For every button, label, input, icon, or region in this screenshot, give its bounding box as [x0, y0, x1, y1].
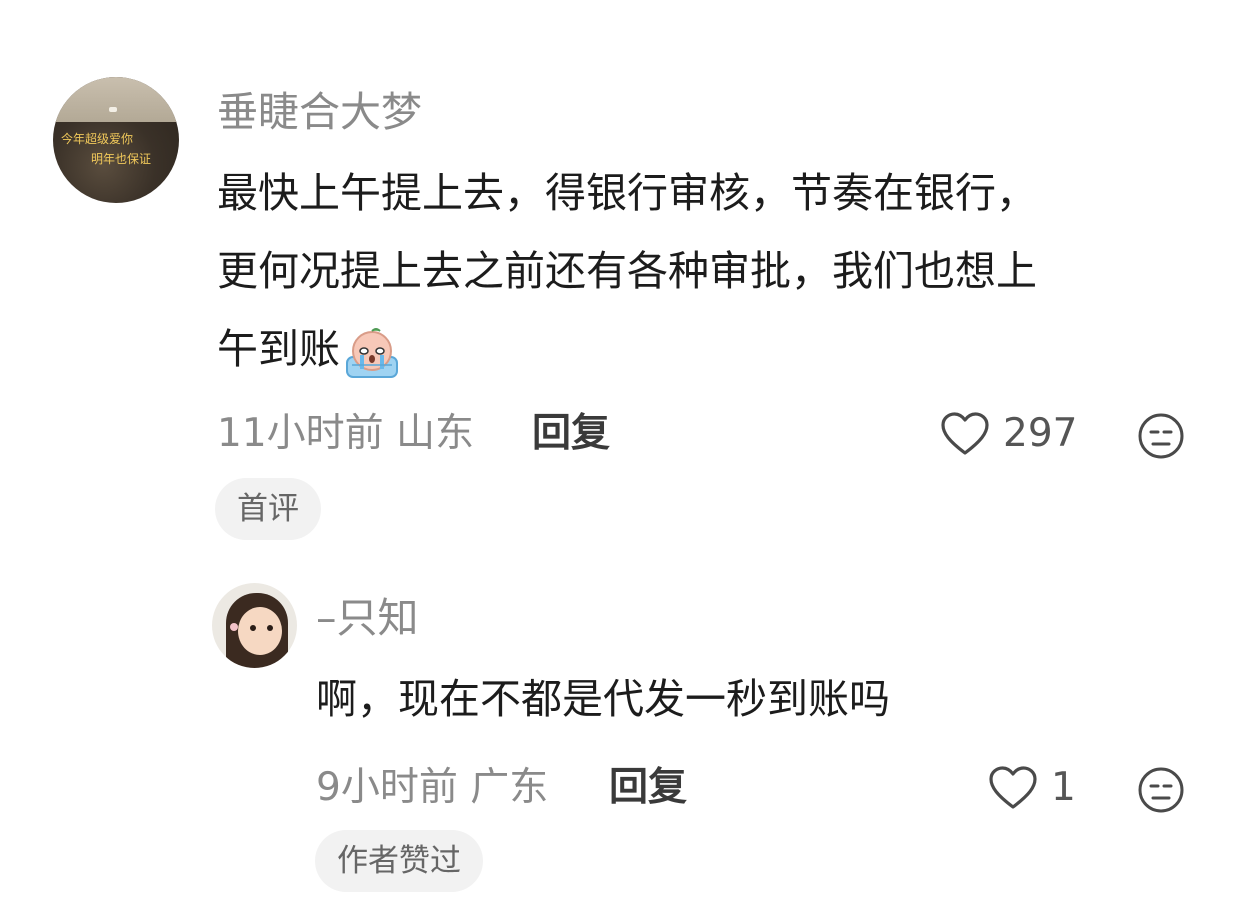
reply-button[interactable]: 回复: [609, 762, 687, 814]
reply-button[interactable]: 回复: [532, 408, 610, 460]
avatar-sign-text: 今年超级爱你 明年也保证: [57, 129, 175, 177]
username[interactable]: –只知: [316, 590, 419, 646]
comment-line: 更何况提上去之前还有各种审批，我们也想上: [217, 247, 1037, 295]
avatar-hair-bow: [230, 623, 238, 631]
avatar-ceiling: [53, 77, 179, 122]
comment-line: 最快上午提上去，得银行审核，节奏在银行，: [217, 169, 1037, 217]
crying-face-emoji: [344, 326, 400, 378]
like-count: 297: [1003, 411, 1078, 456]
meh-face-icon[interactable]: [1137, 766, 1185, 814]
avatar-sign-line-2: 明年也保证: [91, 152, 152, 166]
timestamp: 11小时前: [217, 411, 384, 456]
meh-face-icon[interactable]: [1137, 412, 1185, 460]
avatar[interactable]: [212, 583, 297, 668]
comment-line-text: 午到账: [217, 325, 340, 373]
avatar-sign-line-1: 今年超级爱你: [61, 132, 134, 146]
avatar[interactable]: 今年超级爱你 明年也保证: [53, 77, 179, 203]
like-count: 1: [1051, 765, 1076, 810]
comment-meta: 11小时前 山东: [217, 408, 474, 460]
timestamp: 9小时前: [316, 765, 458, 810]
comment-meta: 9小时前 广东: [316, 762, 548, 814]
avatar-lamp: [109, 107, 117, 112]
heart-outline-icon[interactable]: [988, 764, 1038, 814]
comment-text: 啊，现在不都是代发一秒到账吗: [316, 675, 890, 723]
heart-outline-icon[interactable]: [940, 410, 990, 460]
location: 山东: [396, 411, 475, 456]
username[interactable]: 垂睫合大梦: [217, 84, 422, 140]
avatar-face: [238, 607, 282, 655]
comment-text: 最快上午提上去，得银行审核，节奏在银行， 更何况提上去之前还有各种审批，我们也想…: [217, 154, 1037, 388]
author-liked-badge: 作者赞过: [315, 830, 483, 892]
comment-line: 午到账: [217, 310, 1037, 388]
avatar-eye: [267, 625, 273, 631]
location: 广东: [470, 765, 549, 810]
avatar-eye: [250, 625, 256, 631]
first-comment-badge: 首评: [215, 478, 321, 540]
